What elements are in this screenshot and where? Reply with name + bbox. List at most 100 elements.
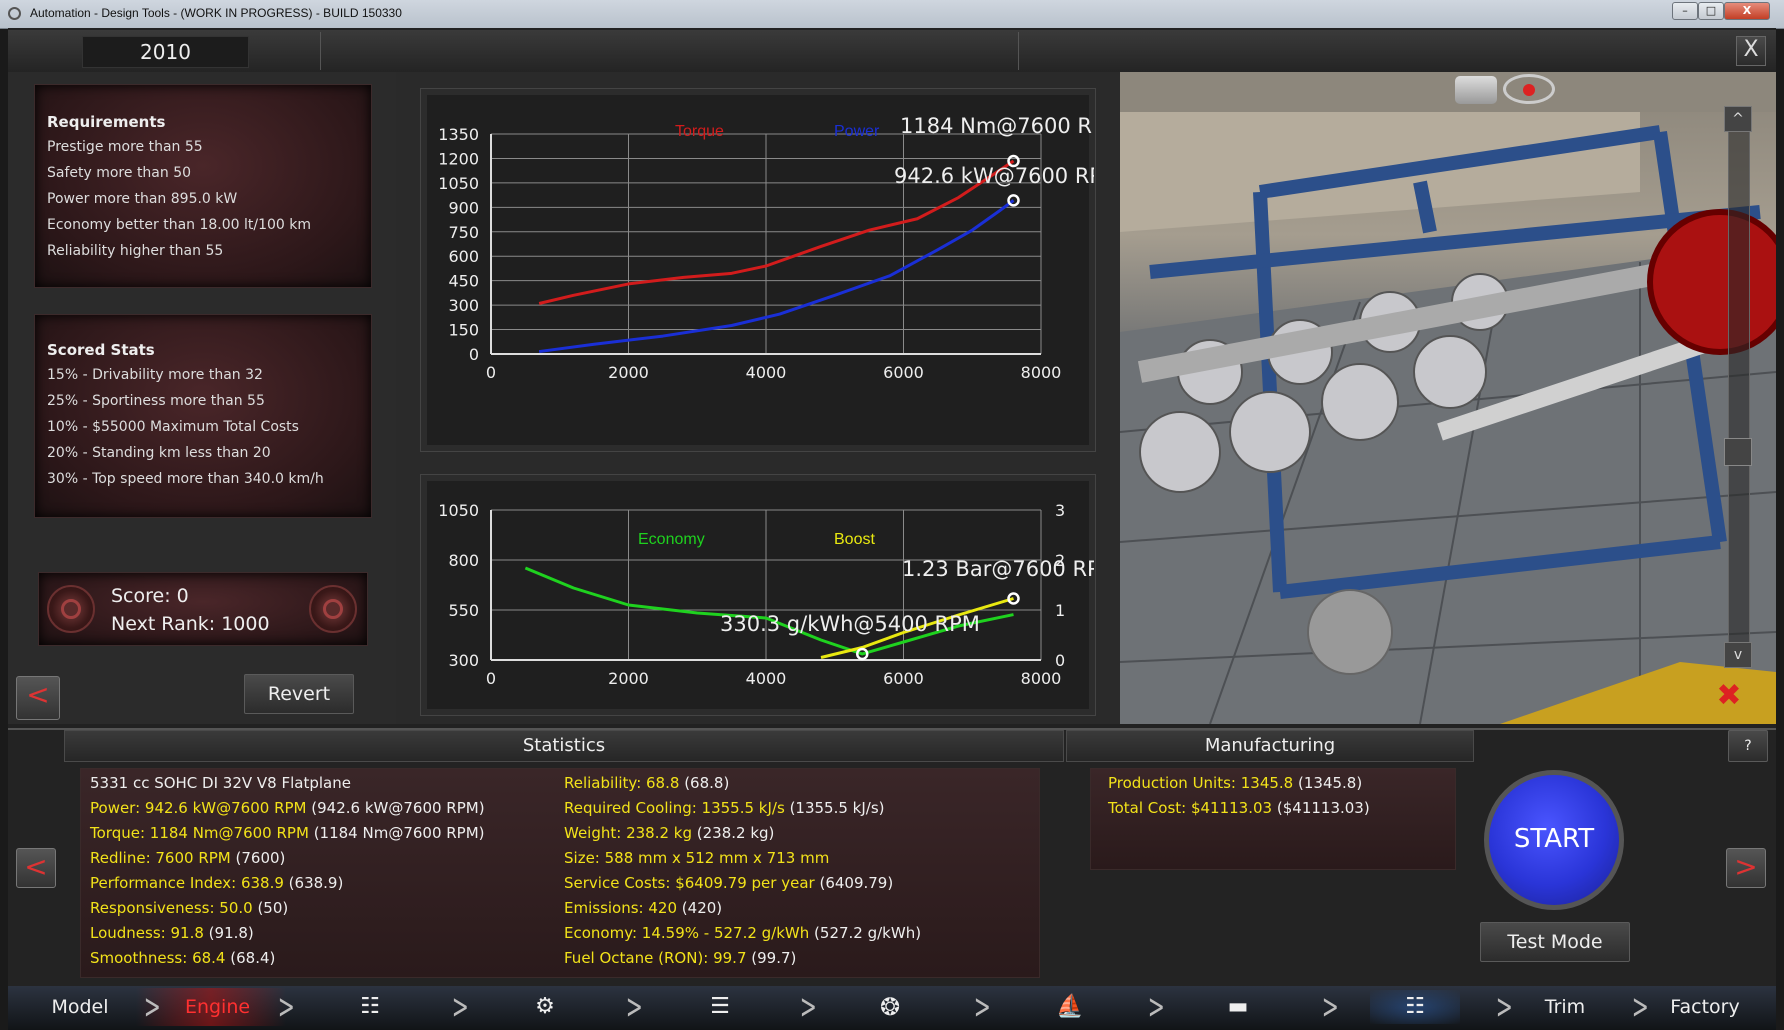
engine-block-icon[interactable]: ☷ (330, 990, 410, 1024)
zoom-slider-handle[interactable] (1724, 438, 1752, 466)
stat-extra: (99.7) (751, 949, 797, 967)
window-close-button[interactable]: X (1724, 2, 1770, 20)
legend-torque: Torque (675, 123, 724, 140)
stat-label: Emissions: 420 (564, 899, 678, 917)
stat-label: Reliability: 68.8 (564, 774, 680, 792)
divider (1018, 32, 1019, 70)
y2-tick-label: 3 (1055, 501, 1065, 520)
y-tick-label: 450 (448, 272, 479, 291)
scored-stats-title: Scored Stats (47, 341, 155, 359)
rank-badge-icon (47, 585, 95, 633)
camera-icon[interactable] (1455, 76, 1497, 104)
stat-label: 5331 cc SOHC DI 32V V8 Flatplane (90, 774, 351, 792)
engine-render (1120, 72, 1776, 724)
stat-row: Responsiveness: 50.0 (50) (90, 899, 288, 917)
economy-boost-chart: 0 2000 4000 6000 800030055080010500123 Econo… (438, 501, 1094, 688)
scored-stat-item: 30% - Top speed more than 340.0 km/h (47, 471, 324, 487)
stat-label: Performance Index: 638.9 (90, 874, 284, 892)
eye-icon[interactable] (1503, 74, 1555, 104)
reset-view-icon[interactable]: ✖ (1706, 678, 1752, 714)
stat-row: Torque: 1184 Nm@7600 RPM (1184 Nm@7600 R… (90, 824, 485, 842)
x-tick-label: 6000 (883, 669, 924, 688)
stat-row: Weight: 238.2 kg (238.2 kg) (564, 824, 774, 842)
scored-stat-item: 20% - Standing km less than 20 (47, 445, 271, 461)
stat-extra: (527.2 g/kWh) (814, 924, 922, 942)
stat-row: Reliability: 68.8 (68.8) (564, 774, 729, 792)
stat-label: Production Units: 1345.8 (1108, 774, 1294, 792)
zoom-slider-track[interactable] (1728, 112, 1750, 652)
x-tick-label: 4000 (746, 363, 787, 382)
stat-row: Required Cooling: 1355.5 kJ/s (1355.5 kJ… (564, 799, 885, 817)
turbo-icon[interactable]: ❂ (860, 990, 920, 1024)
score-box: Score: 0 Next Rank: 1000 (38, 572, 368, 646)
tab-factory[interactable]: Factory (1650, 990, 1760, 1024)
stat-label: Loudness: 91.8 (90, 924, 204, 942)
maximize-button[interactable]: □ (1698, 2, 1724, 20)
chevron-right-icon: > (625, 987, 643, 1027)
stats-prev-button[interactable]: < (16, 848, 56, 888)
scored-stats-box: Scored Stats 15% - Drivability more than… (34, 314, 372, 518)
stat-row: Economy: 14.59% - 527.2 g/kWh (527.2 g/k… (564, 924, 921, 942)
dyno-icon[interactable]: ☷ (1370, 990, 1460, 1024)
stat-extra: ($41113.03) (1276, 799, 1370, 817)
stat-extra: (7600) (235, 849, 286, 867)
test-mode-button[interactable]: Test Mode (1480, 922, 1630, 962)
tab-model[interactable]: Model (30, 990, 130, 1024)
chevron-right-icon: > (973, 987, 991, 1027)
close-icon[interactable]: X (1736, 36, 1766, 66)
valvetrain-icon[interactable]: ☰ (680, 990, 760, 1024)
torque-power-chart: 0 2000 4000 6000 8000 0 150 300 450 600 750 900 1050… (438, 114, 1094, 382)
stat-label: Responsiveness: 50.0 (90, 899, 253, 917)
crankshaft-icon[interactable]: ⚙ (510, 990, 580, 1024)
tab-engine[interactable]: Engine (160, 990, 275, 1024)
y-tick-label: 550 (448, 601, 479, 620)
stat-row: Loudness: 91.8 (91.8) (90, 924, 254, 942)
legend-economy: Economy (638, 531, 705, 548)
chevron-right-icon: > (277, 987, 295, 1027)
back-button[interactable]: < (16, 676, 60, 720)
chevron-right-icon: > (451, 987, 469, 1027)
stat-label: Fuel Octane (RON): 99.7 (564, 949, 747, 967)
year-display: 2010 (82, 36, 249, 68)
fuel-system-icon[interactable]: ⛵ (1020, 990, 1120, 1024)
x-tick-label: 0 (486, 669, 496, 688)
stats-next-button[interactable]: > (1726, 848, 1766, 888)
y-tick-label: 1050 (438, 174, 479, 193)
minimize-button[interactable]: – (1672, 2, 1698, 20)
x-tick-label: 2000 (608, 669, 649, 688)
chevron-right-icon: > (1321, 987, 1339, 1027)
stat-label: Economy: 14.59% - 527.2 g/kWh (564, 924, 810, 942)
scroll-down-icon[interactable]: v (1724, 642, 1752, 668)
start-button[interactable]: START (1484, 770, 1624, 910)
stat-label: Total Cost: $41113.03 (1108, 799, 1273, 817)
stat-extra: (942.6 kW@7600 RPM) (311, 799, 485, 817)
y-tick-label: 900 (448, 198, 479, 217)
scroll-up-icon[interactable]: ^ (1724, 106, 1752, 132)
engine-3d-view[interactable]: ^ v ✖ (1120, 72, 1776, 724)
chevron-right-icon: > (1631, 987, 1649, 1027)
stat-label: Weight: 238.2 kg (564, 824, 692, 842)
app-icon (8, 7, 21, 20)
exhaust-icon[interactable]: ▬ (1196, 990, 1280, 1024)
legend-boost: Boost (834, 531, 875, 548)
top-bar (8, 30, 1776, 73)
x-tick-label: 8000 (1021, 363, 1062, 382)
tab-trim[interactable]: Trim (1520, 990, 1610, 1024)
y-tick-label: 1200 (438, 149, 479, 168)
requirements-box: Requirements Prestige more than 55 Safet… (34, 84, 372, 288)
scored-stat-item: 25% - Sportiness more than 55 (47, 393, 265, 409)
y-tick-label: 150 (448, 321, 479, 340)
window-titlebar: Automation - Design Tools - (WORK IN PRO… (0, 0, 1784, 29)
y-tick-label: 0 (469, 345, 479, 364)
chart-grid (490, 509, 1042, 661)
y2-tick-label: 1 (1055, 601, 1065, 620)
stat-extra: (1355.5 kJ/s) (789, 799, 885, 817)
stat-row: Power: 942.6 kW@7600 RPM (942.6 kW@7600 … (90, 799, 485, 817)
y-tick-label: 300 (448, 651, 479, 670)
x-tick-label: 0 (486, 363, 496, 382)
x-tick-label: 4000 (746, 669, 787, 688)
chevron-right-icon: > (1147, 987, 1165, 1027)
revert-button[interactable]: Revert (244, 674, 354, 714)
requirement-item: Power more than 895.0 kW (47, 191, 238, 207)
help-button[interactable]: ? (1728, 730, 1768, 762)
